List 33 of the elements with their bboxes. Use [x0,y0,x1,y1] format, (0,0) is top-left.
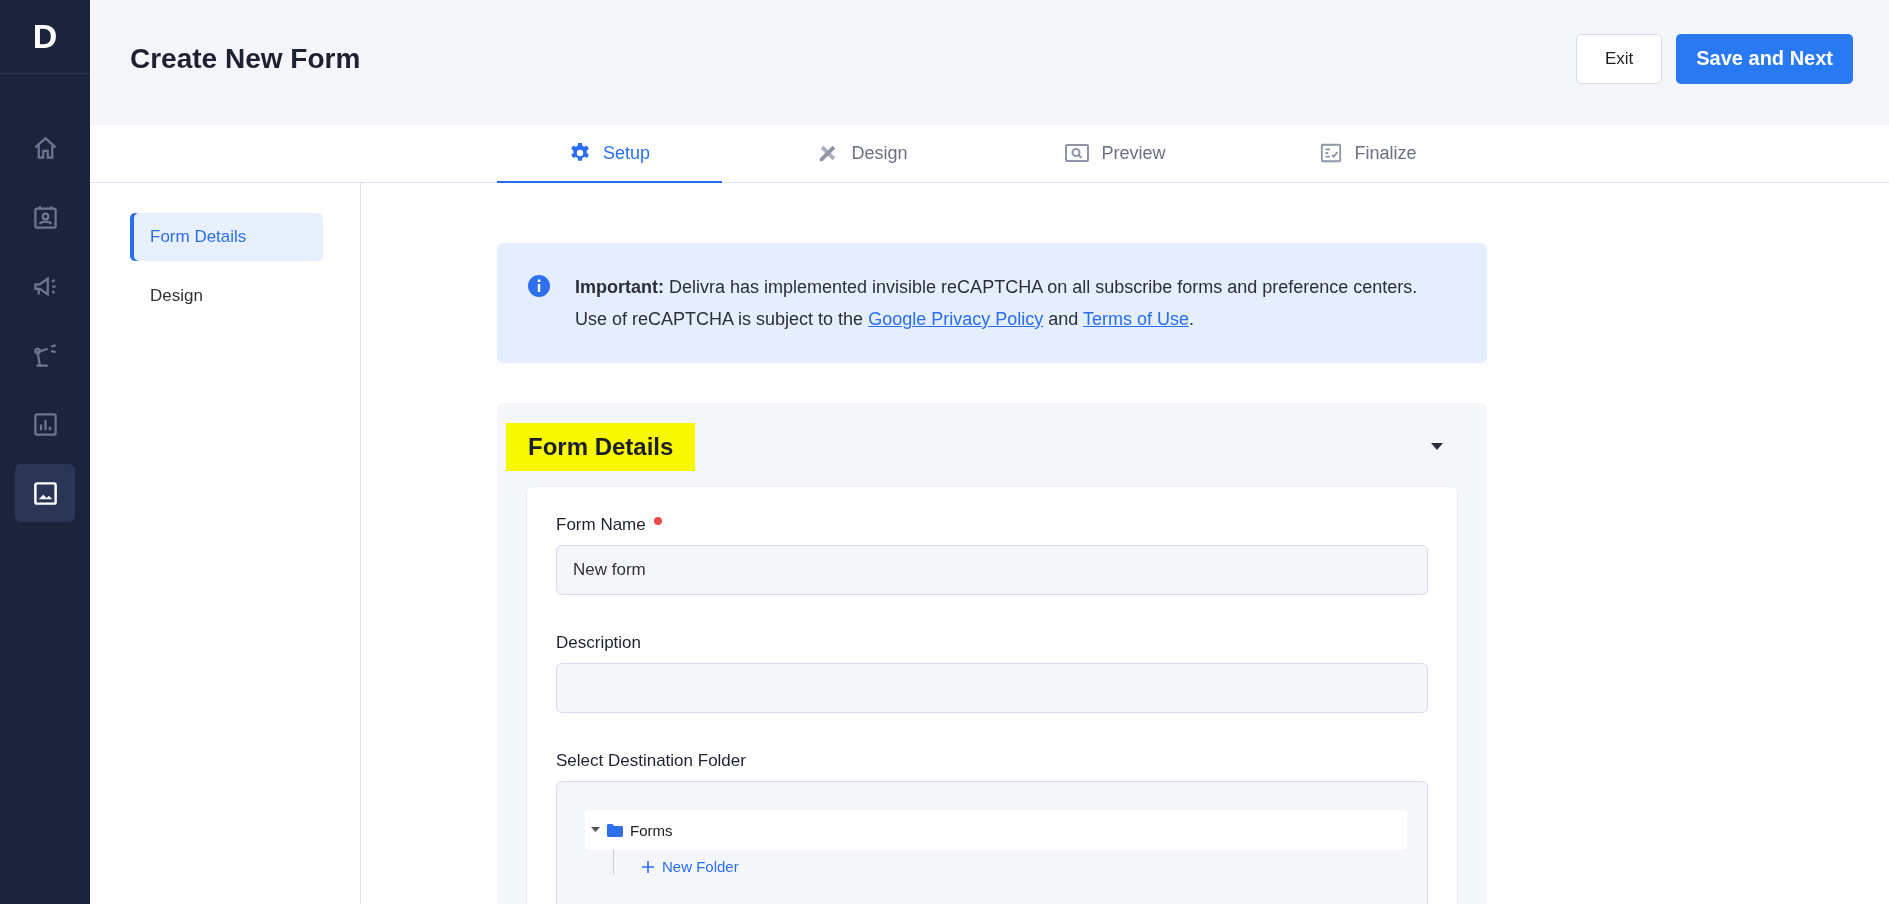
robot-arm-icon [31,341,59,369]
sidebar-button[interactable] [15,464,75,522]
exit-button[interactable]: Exit [1575,33,1663,84]
folder-icon [607,823,623,837]
step-tab[interactable]: Design [750,125,975,183]
preview-icon [1065,142,1090,164]
terms-link[interactable]: Terms of Use [1082,309,1189,329]
step-tab[interactable]: Preview [1003,125,1228,183]
plus-icon [642,860,654,873]
notice-text: Important: Delivra has implemented invisible reCAPTCHA on all subscribe forms and preference centers. Use of reCAPTCHA is subject to the Google Privacy Policy and Terms of Use. [575,276,1419,331]
section-link[interactable]: Form Details [130,213,323,261]
step-tab[interactable]: Finalize [1256,125,1481,183]
text-field[interactable]: New form [556,545,1428,595]
section-link[interactable]: Design [130,272,323,320]
new-folder-button[interactable]: New Folder [642,858,739,875]
checklist-icon [1320,142,1343,164]
gear-icon [568,142,591,164]
contact-card-icon [31,203,59,231]
page-title: Create New Form [130,42,361,76]
field-label: Select Destination Folder [556,751,747,771]
text-field[interactable] [556,663,1428,713]
step-tab[interactable]: Setup [497,125,722,183]
caret-icon[interactable] [591,827,600,833]
field-label: Description [556,633,642,653]
privacy-policy-link[interactable]: Google Privacy Policy [868,309,1044,329]
section-title: Form Details [506,423,696,471]
bar-chart-icon [31,410,59,438]
folder-row[interactable]: Forms [585,810,1407,850]
image-icon [31,479,59,507]
save-next-button[interactable]: Save and Next [1676,33,1853,84]
caret-icon[interactable] [1431,443,1443,451]
field-label: Form Name [556,515,646,535]
info-icon [527,274,551,298]
